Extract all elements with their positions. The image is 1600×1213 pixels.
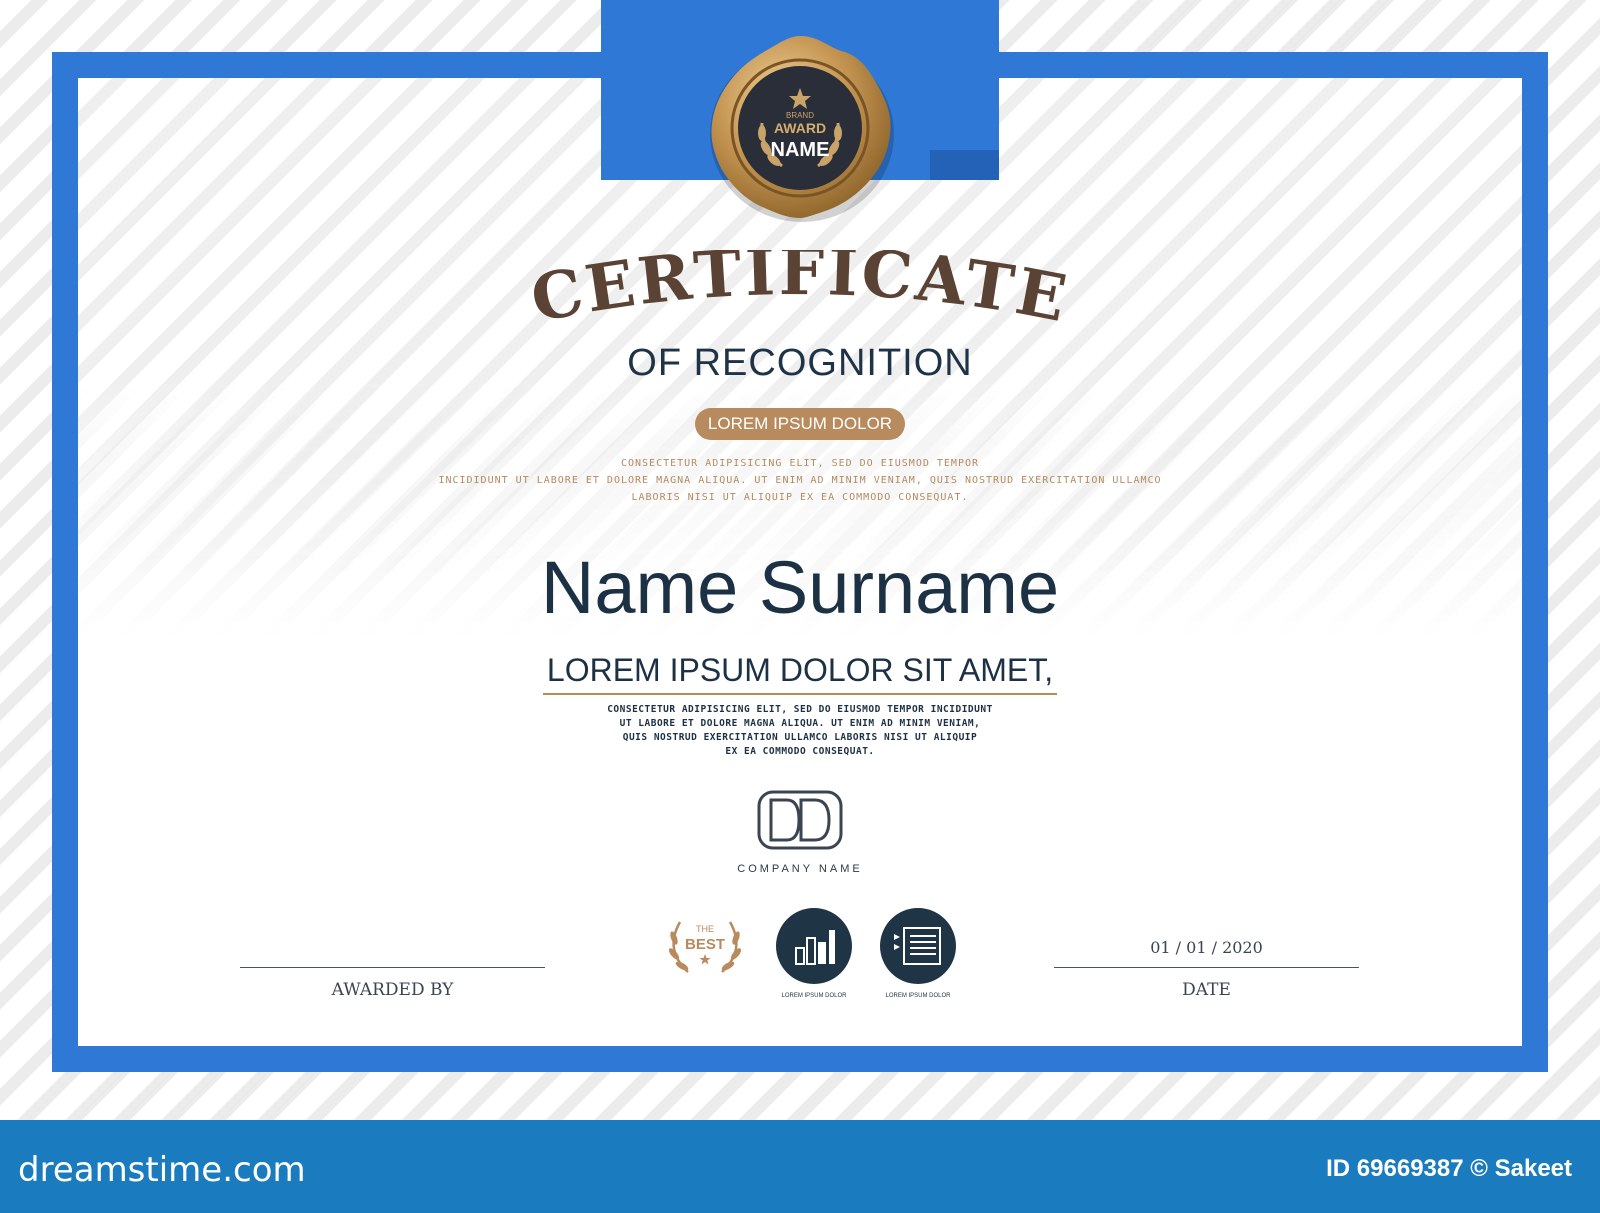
best-laurel-badge: THE BEST (668, 921, 742, 973)
gold-description: CONSECTETUR ADIPISICING ELIT, SED DO EIU… (0, 455, 1600, 506)
date-value: 01 / 01 / 2020 (1150, 938, 1263, 957)
bar-chart-badge-label: LOREM IPSUM DOLOR (781, 993, 847, 999)
footer-brand[interactable]: dreamstime.com (18, 1150, 306, 1190)
awarded-by-line (240, 967, 545, 968)
best-top-text: THE (696, 924, 714, 934)
recipient-name: Name Surname (540, 546, 1060, 629)
company-name: COMPANY NAME (737, 863, 863, 875)
date-label: DATE (1182, 980, 1231, 1000)
best-main-text: BEST (685, 936, 725, 953)
certificate-title-text: CERTIFICATE (525, 250, 1072, 338)
certificate-title: CERTIFICATE (525, 250, 1075, 338)
gold-text-line: INCIDIDUNT UT LABORE ET DOLORE MAGNA ALI… (438, 475, 1162, 486)
svg-text:CERTIFICATE: CERTIFICATE (525, 250, 1075, 338)
date-line (1054, 967, 1359, 968)
footer-credit: ID 69669387 © Sakeet (1326, 1155, 1572, 1182)
bar-chart-badge (776, 908, 852, 984)
gold-text-line: LABORIS NISI UT ALIQUIP EX EA COMMODO CO… (631, 492, 969, 503)
tagline: LOREM IPSUM DOLOR SIT AMET, (546, 652, 1054, 688)
body-text-line: QUIS NOSTRUD EXERCITATION ULLAMCO LABORI… (622, 732, 978, 743)
gold-text-line: CONSECTETUR ADIPISICING ELIT, SED DO EIU… (620, 458, 980, 469)
seal-name-text: NAME (771, 139, 830, 161)
body-text-line: CONSECTETUR ADIPISICING ELIT, SED DO EIU… (607, 704, 993, 715)
awarded-by-label: AWARDED BY (331, 980, 454, 1000)
certificate-title-wrap: CERTIFICATE (0, 250, 1600, 340)
body-text-line: EX EA COMMODO CONSEQUAT. (725, 746, 875, 757)
body-text-line: UT LABORE ET DOLORE MAGNA ALIQUA. UT ENI… (619, 718, 981, 729)
seal-award-text: AWARD (774, 120, 826, 136)
body-description: CONSECTETUR ADIPISICING ELIT, SED DO EIU… (0, 703, 1600, 759)
lorem-pill-badge: LOREM IPSUM DOLOR (695, 408, 905, 440)
list-badge (880, 908, 956, 984)
award-seal: BRAND AWARD NAME (710, 36, 894, 222)
tagline-underline (543, 693, 1057, 695)
ribbon-fold (930, 150, 999, 180)
list-icon (894, 927, 941, 965)
seal-brand-text: BRAND (786, 111, 814, 120)
company-logo-icon (757, 790, 843, 850)
list-badge-label: LOREM IPSUM DOLOR (885, 993, 951, 999)
star-icon (699, 954, 711, 965)
bar-chart-icon (795, 930, 835, 965)
certificate-subtitle: OF RECOGNITION (627, 342, 973, 384)
